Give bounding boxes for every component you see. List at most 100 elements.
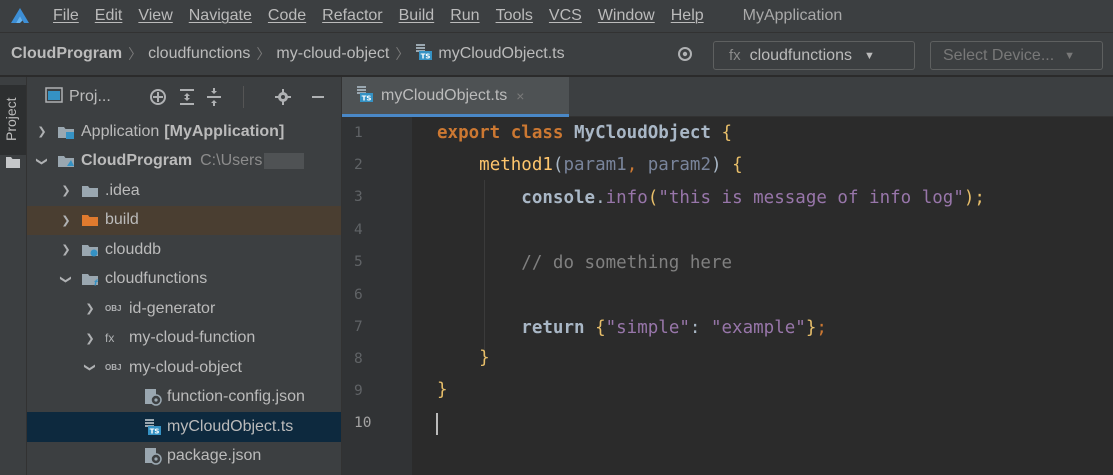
token-paren: (: [647, 188, 659, 208]
tree-item-id-generator[interactable]: ❯ OBJ id-generator: [27, 294, 341, 324]
token-brace: {: [732, 155, 743, 175]
token-brace: }: [805, 318, 817, 338]
code-line-1: export class MyCloudObject {: [437, 121, 732, 145]
svg-text:TS: TS: [362, 95, 372, 103]
tree-item-label: myCloudObject.ts: [167, 417, 294, 435]
project-toolbar: Proj...: [27, 77, 341, 117]
close-icon[interactable]: ×: [516, 88, 524, 104]
line-number: 8: [354, 351, 363, 367]
project-panel: Proj... ❯ Application [MyApplication] ❯: [27, 77, 342, 475]
token-comma: ,: [626, 155, 648, 175]
line-number-gutter: 1 2 3 4 5 6 7 8 9 10: [342, 117, 433, 475]
code-line-3: console.info("this is message of info lo…: [437, 186, 985, 210]
tree-item-label: CloudProgram: [81, 152, 193, 170]
tree-item-idea[interactable]: ❯ .idea: [27, 176, 341, 206]
tree-item-function-config-json[interactable]: function-config.json: [27, 383, 341, 413]
menu-code[interactable]: Code: [261, 7, 315, 25]
tree-item-my-cloud-function[interactable]: ❯ fx my-cloud-function: [27, 324, 341, 354]
token-object: console: [521, 188, 596, 208]
token-colon: :: [689, 318, 711, 338]
menu-run[interactable]: Run: [443, 7, 488, 25]
code-line-7: return {"simple": "example"};: [437, 316, 827, 340]
cloud-function-select[interactable]: fx cloudfunctions ▼: [713, 41, 915, 70]
menu-tools[interactable]: Tools: [489, 7, 542, 25]
chevron-right-icon[interactable]: ❯: [83, 332, 97, 345]
fx-icon: fx: [729, 47, 741, 64]
chevron-down-icon[interactable]: ❯: [84, 361, 97, 375]
breadcrumb-file-label: myCloudObject.ts: [438, 45, 565, 62]
line-number: 4: [354, 222, 363, 238]
menu-vcs[interactable]: VCS: [542, 7, 591, 25]
menu-refactor[interactable]: Refactor: [315, 7, 391, 25]
token-string: "simple": [605, 318, 690, 338]
select-opened-file-icon[interactable]: [148, 87, 168, 111]
tree-item-label: package.json: [167, 447, 262, 465]
tree-item-build[interactable]: ❯ build: [27, 205, 341, 235]
menu-help[interactable]: Help: [664, 7, 713, 25]
tree-item-cloudprogram[interactable]: ❯ CloudProgram C:\Users: [27, 147, 341, 177]
token-brace: }: [479, 348, 490, 368]
tree-item-my-cloud-object[interactable]: ❯ OBJ my-cloud-object: [27, 353, 341, 383]
tree-item-label: .idea: [105, 181, 140, 199]
project-view-icon: [45, 87, 63, 107]
token-paren: (: [552, 155, 564, 175]
line-number: 7: [354, 319, 363, 335]
clouddb-folder-icon: [81, 242, 101, 258]
ts-file-icon: TS: [356, 85, 373, 106]
chevron-right-icon[interactable]: ❯: [83, 302, 97, 315]
ts-file-icon: TS: [143, 418, 163, 436]
gear-icon[interactable]: [274, 87, 292, 111]
menu-view[interactable]: View: [131, 7, 181, 25]
line-number: 2: [354, 157, 363, 173]
ide-logo-icon: [6, 0, 34, 32]
chevron-right-icon[interactable]: ❯: [59, 243, 73, 256]
tree-item-cloudfunctions[interactable]: ❯ f cloudfunctions: [27, 265, 341, 295]
line-number-current: 10: [354, 415, 372, 431]
breadcrumb-file[interactable]: TS myCloudObject.ts: [415, 43, 565, 65]
hide-panel-icon[interactable]: [310, 87, 326, 111]
tree-item-clouddb[interactable]: ❯ clouddb: [27, 235, 341, 265]
menu-build[interactable]: Build: [392, 7, 444, 25]
breadcrumb-separator: 〉: [128, 46, 143, 62]
menu-edit[interactable]: Edit: [88, 7, 132, 25]
project-view-title[interactable]: Proj...: [69, 88, 111, 106]
token-brace: }: [437, 380, 448, 400]
app-folder-icon: [57, 124, 77, 140]
editor-tab-mycloudobject[interactable]: TS myCloudObject.ts ×: [342, 77, 569, 117]
dropdown-arrow-icon: ▼: [863, 49, 875, 62]
tool-window-stripe: Project: [0, 77, 27, 475]
locate-target-icon[interactable]: [675, 44, 695, 68]
token-string: "this is message of info log": [658, 188, 964, 208]
expand-all-icon[interactable]: [178, 87, 196, 111]
menu-navigate[interactable]: Navigate: [182, 7, 261, 25]
chevron-right-icon[interactable]: ❯: [59, 214, 73, 227]
device-select[interactable]: Select Device... ▼: [930, 41, 1103, 70]
chevron-down-icon[interactable]: ❯: [36, 154, 49, 168]
line-number: 9: [354, 383, 363, 399]
chevron-right-icon[interactable]: ❯: [35, 125, 49, 138]
collapse-all-icon[interactable]: [205, 87, 223, 111]
breadcrumb-cloudfunctions[interactable]: cloudfunctions: [148, 45, 250, 63]
tree-item-package-json[interactable]: package.json: [27, 442, 341, 472]
tree-item-label: Application: [81, 122, 160, 140]
token-method: info: [605, 188, 648, 208]
cloudfunctions-folder-icon: f: [81, 271, 101, 287]
tree-item-mycloudobject-ts[interactable]: TS myCloudObject.ts: [27, 412, 341, 442]
editor-tab-label: myCloudObject.ts: [381, 86, 508, 104]
tree-item-label: function-config.json: [167, 388, 305, 406]
chevron-down-icon[interactable]: ❯: [60, 272, 73, 286]
tree-item-label: build: [105, 211, 139, 229]
chevron-right-icon[interactable]: ❯: [59, 184, 73, 197]
breadcrumb-cloudprogram[interactable]: CloudProgram: [0, 45, 122, 63]
menu-file[interactable]: File: [46, 7, 88, 25]
line-number: 3: [354, 189, 363, 205]
structure-folder-icon[interactable]: [5, 155, 21, 173]
line-number: 5: [354, 254, 363, 270]
breadcrumb-separator: 〉: [256, 46, 271, 62]
token-paren: ): [710, 155, 733, 175]
svg-text:f: f: [94, 279, 99, 288]
tree-item-application[interactable]: ❯ Application [MyApplication]: [27, 117, 341, 147]
fx-icon: fx: [105, 331, 115, 346]
menu-window[interactable]: Window: [591, 7, 664, 25]
breadcrumb-my-cloud-object[interactable]: my-cloud-object: [276, 45, 389, 63]
